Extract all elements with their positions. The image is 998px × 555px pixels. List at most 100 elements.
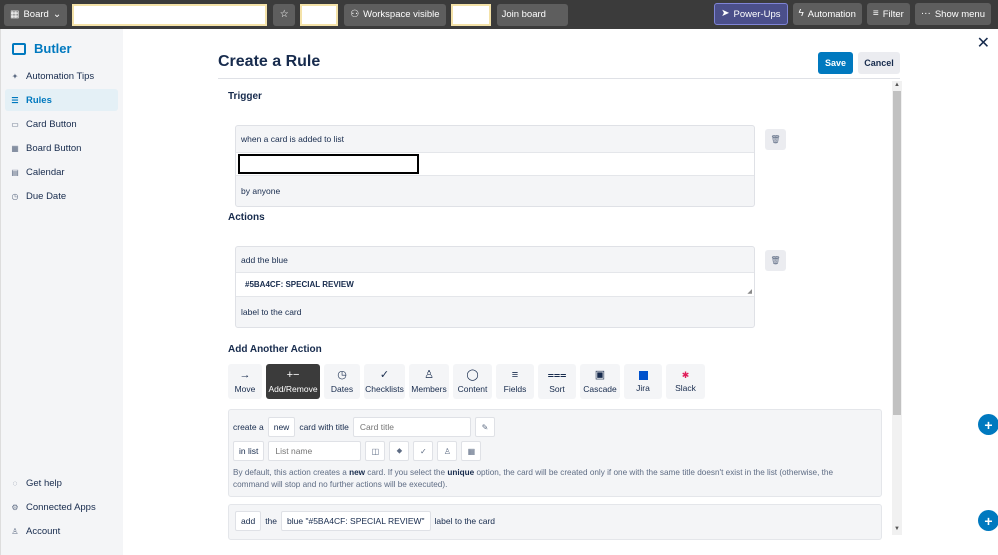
action-card: add the blue #5BA4CF: SPECIAL REVIEW ◢ l… xyxy=(235,246,755,328)
tool-label: Move xyxy=(235,384,256,394)
tool-sort[interactable]: ⩶ Sort xyxy=(538,364,576,399)
sidebar-item-label: Board Button xyxy=(26,143,81,154)
sidebar-item-get-help[interactable]: ◌ Get help xyxy=(5,472,118,494)
power-ups-button[interactable]: ➤ Power-Ups xyxy=(714,3,787,25)
butler-brand: Butler xyxy=(12,41,72,56)
create-card-help-text: By default, this action creates a new ca… xyxy=(233,467,853,491)
tool-label: Slack xyxy=(675,383,696,393)
scrollbar-thumb[interactable] xyxy=(893,91,901,415)
join-board-button[interactable]: Join board xyxy=(497,4,568,26)
calendar-icon: ▤ xyxy=(11,168,19,177)
star-button[interactable]: ☆ xyxy=(273,4,295,26)
add-create-card-action-button[interactable]: + xyxy=(978,414,998,435)
workspace-name-field[interactable] xyxy=(300,4,338,26)
show-menu-button[interactable]: ··· Show menu xyxy=(915,3,991,25)
join-board-label: Join board xyxy=(502,9,546,20)
filter-button[interactable]: ≡ Filter xyxy=(867,3,910,25)
help-text-bold: unique xyxy=(447,468,474,477)
create-card-row: create a new card with title ✎ xyxy=(233,417,495,437)
tool-fields[interactable]: ≡ Fields xyxy=(496,364,534,399)
sidebar-item-connected-apps[interactable]: ⚙ Connected Apps xyxy=(5,496,118,518)
tool-add-remove[interactable]: +− Add/Remove xyxy=(266,364,320,399)
pencil-icon: ✎ xyxy=(482,423,489,432)
save-button[interactable]: Save xyxy=(818,52,853,74)
create-a-text: create a xyxy=(233,422,264,432)
create-card-action-panel: create a new card with title ✎ in list ◫… xyxy=(228,409,882,497)
list-name-input-field[interactable] xyxy=(268,441,361,461)
delete-trigger-button[interactable]: 🗑 xyxy=(765,129,786,150)
automation-button[interactable]: ϟ Automation xyxy=(793,3,862,25)
sidebar-item-label: Get help xyxy=(26,478,62,489)
card-title-input[interactable] xyxy=(353,417,471,437)
title-divider xyxy=(218,78,900,79)
sidebar-item-board-button[interactable]: ▦ Board Button xyxy=(5,137,118,159)
plus-icon: + xyxy=(984,513,992,529)
checklist-button[interactable]: ✓ xyxy=(413,441,433,461)
label-select-chip[interactable]: blue "#5BA4CF: SPECIAL REVIEW" xyxy=(281,511,431,531)
position-button[interactable]: ◫ xyxy=(365,441,385,461)
action-suffix: label to the card xyxy=(236,297,754,327)
tool-checklists[interactable]: ✓ Checklists xyxy=(364,364,405,399)
trash-icon: 🗑 xyxy=(770,256,780,265)
tag-icon: ⬥ xyxy=(397,446,403,456)
sidebar-item-rules[interactable]: ☰ Rules xyxy=(5,89,118,111)
sidebar-item-label: Account xyxy=(26,526,60,537)
delete-action-button[interactable]: 🗑 xyxy=(765,250,786,271)
board-header: ▦ Board ⌄ ☆ ⚇ Workspace visible Join boa… xyxy=(0,0,998,29)
tool-cascade[interactable]: ▣ Cascade xyxy=(580,364,620,399)
butler-brand-label: Butler xyxy=(34,41,72,56)
tool-jira[interactable]: Jira xyxy=(624,364,662,399)
speech-bubble-icon: ◯ xyxy=(466,370,478,381)
add-option-chip[interactable]: add xyxy=(235,511,261,531)
label-button[interactable]: ⬥ xyxy=(389,441,409,461)
scroll-down-icon[interactable]: ▼ xyxy=(893,526,901,532)
in-list-chip[interactable]: in list xyxy=(233,441,264,461)
power-ups-label: Power-Ups xyxy=(734,9,781,20)
list-name-input[interactable] xyxy=(238,154,419,174)
new-option-chip[interactable]: new xyxy=(268,417,296,437)
tool-dates[interactable]: ◷ Dates xyxy=(324,364,360,399)
sidebar-item-due-date[interactable]: ◷ Due Date xyxy=(5,185,118,207)
tool-content[interactable]: ◯ Content xyxy=(453,364,492,399)
jira-icon xyxy=(639,371,648,380)
edit-title-button[interactable]: ✎ xyxy=(475,417,495,437)
trigger-text: when a card is added to list xyxy=(236,126,754,153)
due-date-button[interactable]: ▦ xyxy=(461,441,481,461)
person-icon: ♙ xyxy=(444,447,451,456)
sidebar-item-automation-tips[interactable]: ✦ Automation Tips xyxy=(5,65,118,87)
arrow-right-icon: → xyxy=(240,370,251,381)
butler-robot-icon xyxy=(12,43,26,55)
more-icon: ··· xyxy=(921,9,931,19)
sliders-icon: ☰ xyxy=(11,96,19,105)
tool-slack[interactable]: ✱ Slack xyxy=(666,364,705,399)
board-name-field[interactable] xyxy=(72,4,267,26)
sidebar-item-calendar[interactable]: ▤ Calendar xyxy=(5,161,118,183)
close-icon[interactable]: ✕ xyxy=(977,33,990,53)
tool-label: Members xyxy=(411,384,446,394)
sidebar-nav: ✦ Automation Tips ☰ Rules ▭ Card Button … xyxy=(5,65,118,209)
workspace-visible-button[interactable]: ⚇ Workspace visible xyxy=(344,4,445,26)
in-list-row: in list ◫ ⬥ ✓ ♙ ▦ xyxy=(233,441,481,461)
people-icon: ⚇ xyxy=(350,10,359,20)
rule-editor: ✕ Create a Rule Save Cancel ▲ ▼ Trigger … xyxy=(123,29,998,555)
board-header-right: ➤ Power-Ups ϟ Automation ≡ Filter ··· Sh… xyxy=(714,3,996,25)
cancel-button[interactable]: Cancel xyxy=(858,52,900,74)
tool-move[interactable]: → Move xyxy=(228,364,262,399)
board-switcher-button[interactable]: ▦ Board ⌄ xyxy=(4,4,67,26)
scroll-up-icon[interactable]: ▲ xyxy=(893,82,901,88)
action-label-row[interactable]: #5BA4CF: SPECIAL REVIEW ◢ xyxy=(236,273,754,297)
person-icon: ♙ xyxy=(424,370,434,381)
member-field[interactable] xyxy=(451,4,491,26)
page-title: Create a Rule xyxy=(218,53,320,71)
resize-handle-icon[interactable]: ◢ xyxy=(747,288,752,295)
add-another-action-heading: Add Another Action xyxy=(228,344,322,355)
sidebar-item-label: Connected Apps xyxy=(26,502,96,513)
sidebar-item-card-button[interactable]: ▭ Card Button xyxy=(5,113,118,135)
member-button[interactable]: ♙ xyxy=(437,441,457,461)
tool-members[interactable]: ♙ Members xyxy=(409,364,449,399)
tool-label: Jira xyxy=(636,383,650,393)
chevron-down-icon: ⌄ xyxy=(53,10,61,20)
add-label-action-button[interactable]: + xyxy=(978,510,998,531)
sidebar-item-account[interactable]: ♙ Account xyxy=(5,520,118,542)
trigger-heading: Trigger xyxy=(228,91,262,102)
